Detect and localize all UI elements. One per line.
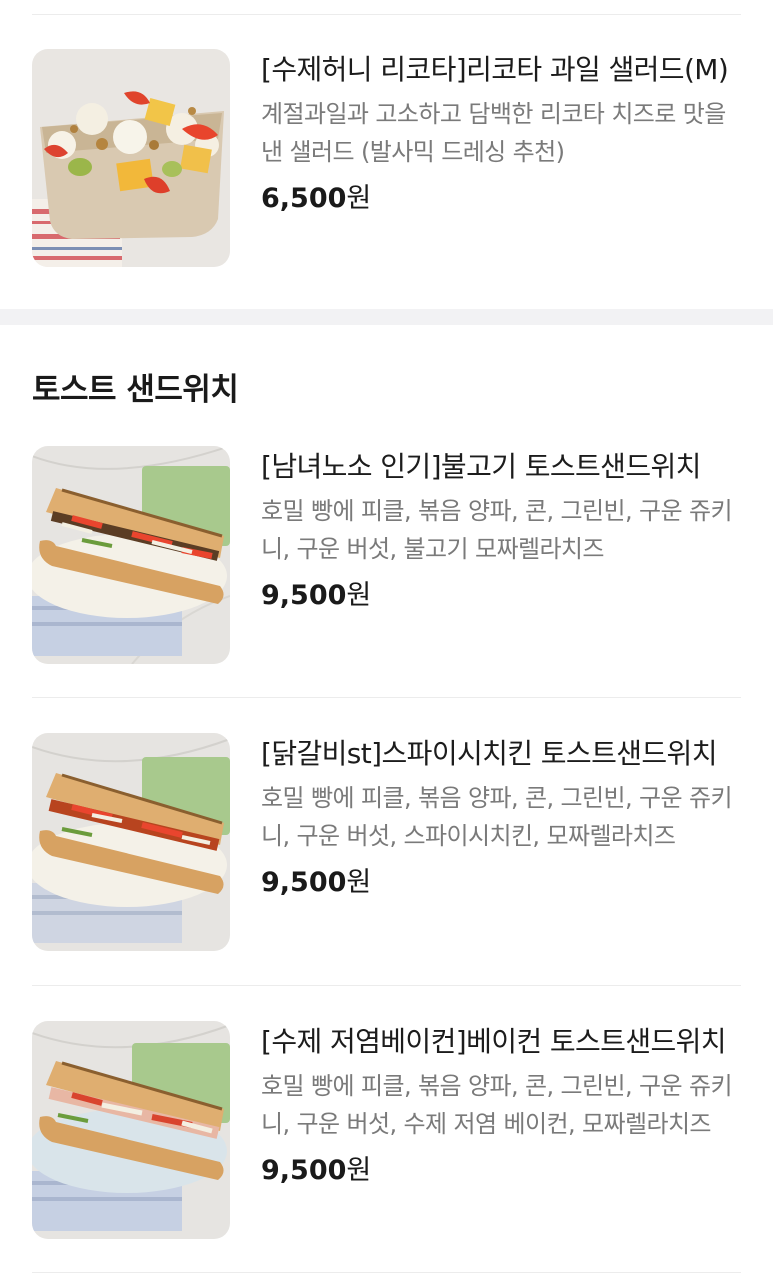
menu-item-bulgogi-sandwich[interactable]: [남녀노소 인기]불고기 토스트샌드위치 호밀 빵에 피클, 볶음 양파, 콘,… [32,446,741,666]
price-value: 9,500 [261,1155,347,1186]
sandwich-image [32,446,230,664]
item-name[interactable]: [남녀노소 인기]불고기 토스트샌드위치 [261,446,741,488]
item-price: 9,500원 [261,578,741,614]
item-info: [남녀노소 인기]불고기 토스트샌드위치 호밀 빵에 피클, 볶음 양파, 콘,… [261,446,741,614]
price-value: 9,500 [261,867,347,898]
sandwich-image [32,733,230,951]
item-price: 6,500원 [261,181,741,217]
menu-item-bacon-sandwich[interactable]: [수제 저염베이컨]베이컨 토스트샌드위치 호밀 빵에 피클, 볶음 양파, 콘… [32,1021,741,1241]
price-currency: 원 [346,1155,372,1186]
section-title: 토스트 샌드위치 [32,372,239,408]
item-divider [32,14,741,15]
sandwich-image [32,1021,230,1239]
menu-item-ricotta-salad[interactable]: [수제허니 리코타]리코타 과일 샐러드(M) 계절과일과 고소하고 담백한 리… [32,49,741,269]
item-name[interactable]: [닭갈비st]스파이시치킨 토스트샌드위치 [261,733,741,775]
section-separator [0,309,773,325]
item-description: 호밀 빵에 피클, 볶음 양파, 콘, 그린빈, 구운 쥬키니, 구운 버섯, … [261,784,733,850]
price-value: 6,500 [261,183,347,214]
price-currency: 원 [346,183,372,214]
item-description: 호밀 빵에 피클, 볶음 양파, 콘, 그린빈, 구운 쥬키니, 구운 버섯, … [261,1072,733,1138]
item-info: [수제허니 리코타]리코타 과일 샐러드(M) 계절과일과 고소하고 담백한 리… [261,49,741,217]
salad-image [32,49,230,267]
item-description: 계절과일과 고소하고 담백한 리코타 치즈로 맛을 낸 샐러드 (발사믹 드레싱… [261,100,726,166]
item-name[interactable]: [수제허니 리코타]리코타 과일 샐러드(M) [261,49,741,91]
item-divider [32,1272,741,1273]
item-price: 9,500원 [261,1153,741,1189]
item-info: [수제 저염베이컨]베이컨 토스트샌드위치 호밀 빵에 피클, 볶음 양파, 콘… [261,1021,741,1189]
item-divider [32,697,741,698]
item-price: 9,500원 [261,865,741,901]
item-info: [닭갈비st]스파이시치킨 토스트샌드위치 호밀 빵에 피클, 볶음 양파, 콘… [261,733,741,901]
item-divider [32,985,741,986]
item-description: 호밀 빵에 피클, 볶음 양파, 콘, 그린빈, 구운 쥬키니, 구운 버섯, … [261,497,733,563]
price-currency: 원 [346,580,372,611]
price-currency: 원 [346,867,372,898]
item-name[interactable]: [수제 저염베이컨]베이컨 토스트샌드위치 [261,1021,741,1063]
price-value: 9,500 [261,580,347,611]
menu-item-spicy-chicken-sandwich[interactable]: [닭갈비st]스파이시치킨 토스트샌드위치 호밀 빵에 피클, 볶음 양파, 콘… [32,733,741,953]
